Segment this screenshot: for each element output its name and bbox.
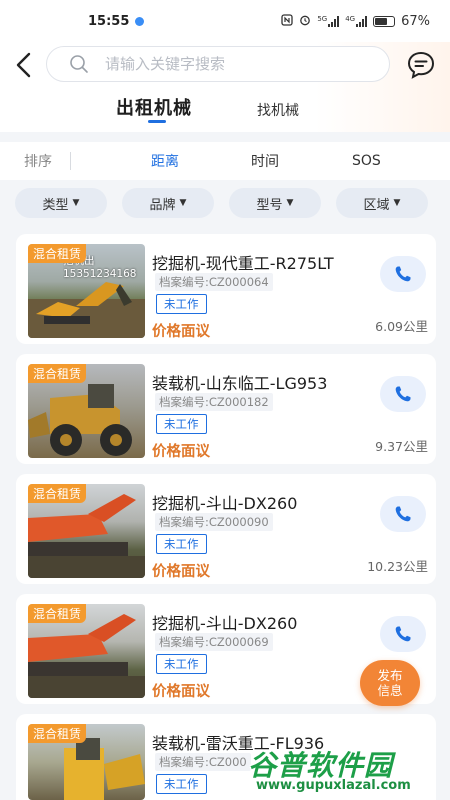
battery-icon: [373, 15, 396, 27]
signal-5g-icon: 5G: [317, 14, 340, 27]
listing-distance: 6.09公里: [375, 319, 428, 334]
battery-percent: 67%: [401, 13, 430, 29]
rental-type-tag: 混合租赁: [28, 484, 87, 503]
publish-button-line2: 信息: [377, 683, 403, 698]
sort-divider: [70, 152, 71, 170]
filter-type-label: 类型: [42, 197, 69, 213]
phone-icon: [395, 626, 411, 642]
status-icons: 5G 4G 67%: [281, 14, 430, 29]
filter-model[interactable]: 型号 ▼: [229, 188, 321, 218]
caret-down-icon: ▼: [179, 198, 187, 208]
search-input[interactable]: [105, 55, 335, 73]
listing-price: 价格面议: [152, 564, 210, 580]
back-button[interactable]: [10, 50, 36, 80]
search-icon: [70, 55, 88, 73]
listing-card[interactable]: 混合租赁 挖掘机-斗山-DX260 档案编号:CZ000090 未工作 价格面议…: [16, 474, 436, 584]
net-label-4g: 4G: [345, 14, 356, 23]
filter-brand-label: 品牌: [149, 197, 176, 213]
listing-distance: 9.37公里: [375, 439, 428, 454]
call-button[interactable]: [380, 376, 426, 412]
listing-photo-excavator: 混合租赁 挖机出 15351234168: [28, 244, 145, 338]
phone-icon: [395, 266, 411, 282]
call-button[interactable]: [380, 256, 426, 292]
listing-code: 档案编号:CZ000090: [155, 513, 273, 531]
header: 出租机械 找机械: [0, 42, 450, 132]
sort-label: 排序: [24, 154, 52, 170]
sort-bar: 排序 距离 时间 SOS: [0, 142, 450, 180]
listing-price: 价格面议: [152, 444, 210, 460]
listing-title: 装载机-山东临工-LG953: [152, 374, 328, 393]
filter-brand[interactable]: 品牌 ▼: [122, 188, 214, 218]
listing-card[interactable]: 混合租赁 挖机出 15351234168 挖掘机-现代重工-R275LT 档案编…: [16, 234, 436, 344]
search-box[interactable]: [46, 46, 390, 82]
listing-code: 档案编号:CZ000064: [155, 273, 273, 291]
rental-type-tag: 混合租赁: [28, 244, 87, 263]
status-badge: 未工作: [156, 654, 207, 674]
filter-type[interactable]: 类型 ▼: [15, 188, 107, 218]
publish-info-button[interactable]: 发布 信息: [360, 660, 420, 706]
listing-photo-loader: 混合租赁: [28, 724, 145, 800]
status-badge: 未工作: [156, 534, 207, 554]
status-badge: 未工作: [156, 414, 207, 434]
rental-type-tag: 混合租赁: [28, 364, 87, 383]
tab-bar: 出租机械 找机械: [0, 94, 450, 128]
tab-find-machinery[interactable]: 找机械: [257, 100, 299, 120]
filter-region-label: 区域: [363, 197, 390, 213]
phone-icon: [395, 386, 411, 402]
notification-dot-icon: [135, 16, 145, 26]
status-badge: 未工作: [156, 294, 207, 314]
status-time: 15:55: [88, 13, 130, 29]
caret-down-icon: ▼: [393, 198, 401, 208]
listing-card[interactable]: 混合租赁 装载机-山东临工-LG953 档案编号:CZ000182 未工作 价格…: [16, 354, 436, 464]
filter-row: 类型 ▼ 品牌 ▼ 型号 ▼ 区域 ▼: [0, 188, 450, 220]
call-button[interactable]: [380, 616, 426, 652]
alarm-icon: [299, 14, 311, 29]
sort-by-distance[interactable]: 距离: [151, 151, 179, 171]
listing-distance: 10.23公里: [367, 559, 428, 574]
site-watermark: 谷普软件园 www.gupuxlazal.com: [248, 744, 448, 798]
listing-photo-excavator: 混合租赁: [28, 484, 145, 578]
rental-type-tag: 混合租赁: [28, 724, 87, 743]
sort-by-sos[interactable]: SOS: [352, 153, 381, 169]
listing-title: 挖掘机-斗山-DX260: [152, 494, 298, 513]
listing-photo-loader: 混合租赁: [28, 364, 145, 458]
listing-price: 价格面议: [152, 684, 210, 700]
filter-model-label: 型号: [256, 197, 283, 213]
active-tab-indicator: [148, 120, 166, 123]
listing-code: 档案编号:CZ000182: [155, 393, 273, 411]
caret-down-icon: ▼: [72, 198, 80, 208]
watermark-url: www.gupuxlazal.com: [256, 778, 411, 793]
tab-rent-machinery[interactable]: 出租机械: [116, 94, 192, 120]
sort-by-time[interactable]: 时间: [251, 151, 279, 171]
status-bar: 15:55 5G 4G 67%: [0, 0, 450, 42]
call-button[interactable]: [380, 496, 426, 532]
status-badge: 未工作: [156, 774, 207, 794]
signal-4g-icon: 4G: [345, 14, 368, 27]
net-label-5g: 5G: [317, 14, 328, 23]
publish-button-line1: 发布: [377, 668, 403, 683]
listing-title: 挖掘机-斗山-DX260: [152, 614, 298, 633]
listing-code: 档案编号:CZ000: [155, 753, 251, 771]
rental-type-tag: 混合租赁: [28, 604, 87, 623]
listing-title: 挖掘机-现代重工-R275LT: [152, 254, 334, 273]
listing-code: 档案编号:CZ000069: [155, 633, 273, 651]
phone-icon: [395, 506, 411, 522]
nfc-icon: [281, 13, 293, 29]
message-icon: [407, 51, 435, 79]
listing-photo-excavator: 混合租赁: [28, 604, 145, 698]
listing-price: 价格面议: [152, 324, 210, 340]
chevron-left-icon: [16, 52, 31, 78]
filter-region[interactable]: 区域 ▼: [336, 188, 428, 218]
caret-down-icon: ▼: [286, 198, 294, 208]
message-button[interactable]: [406, 50, 436, 80]
